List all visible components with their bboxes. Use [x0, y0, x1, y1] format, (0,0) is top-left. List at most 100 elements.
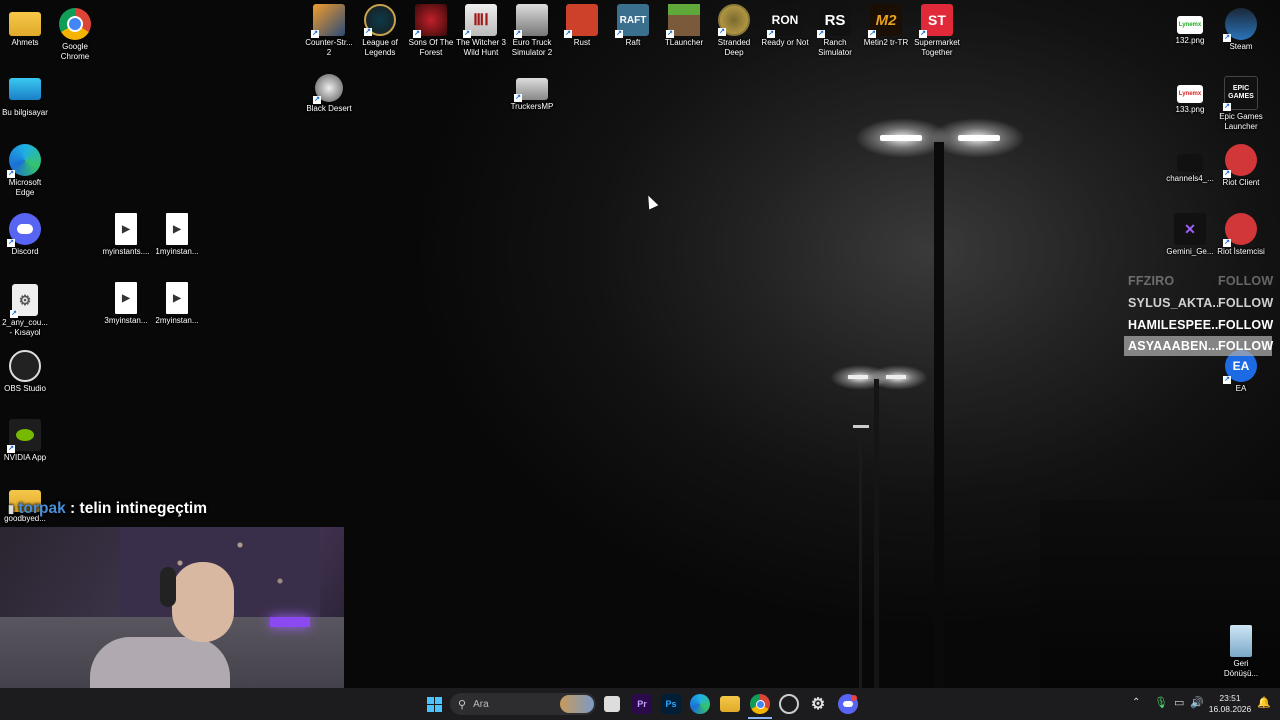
desktop-icon-tlauncher[interactable]: TLauncher — [659, 0, 709, 48]
follow-alert-highlighted: ASYAAABEN... FOLLOW — [1124, 336, 1273, 356]
task-view-icon[interactable] — [604, 696, 620, 712]
notification-badge — [851, 695, 857, 701]
clock-date: 16.08.2026 — [1208, 704, 1252, 714]
ranch-icon: RS — [817, 4, 851, 38]
desktop-icon-supermarket[interactable]: ST Supermarket Together — [912, 0, 962, 58]
desktop-icon-metin2[interactable]: M2 Metin2 tr-TR — [861, 0, 911, 48]
microphone-icon[interactable]: 🎙 — [1154, 696, 1168, 709]
desktop-icon-3myinstants[interactable]: ▶ 3myinstan... — [101, 278, 151, 326]
image-file-icon: Lynemx — [1177, 85, 1203, 103]
folder-icon — [9, 12, 41, 36]
recycle-bin-icon — [1230, 625, 1252, 657]
follow-alert: FFZIRO FOLLOW — [1128, 274, 1274, 288]
network-icon[interactable]: ▭ — [1174, 696, 1184, 709]
truckersmp-icon — [514, 78, 548, 102]
desktop-icon-ready-or-not[interactable]: RON Ready or Not — [760, 0, 810, 48]
desktop-icon-counter-strike[interactable]: Counter-Str... 2 — [304, 0, 354, 58]
media-file-icon: ▶ — [166, 282, 188, 314]
clock-time: 23:51 — [1219, 693, 1241, 703]
media-file-icon: ▶ — [115, 213, 137, 245]
premiere-icon[interactable]: Pr — [632, 694, 652, 714]
desktop-icon-ranch-sim[interactable]: RS Ranch Simulator — [810, 0, 860, 58]
monitor-icon — [9, 78, 41, 100]
raft-icon: RAFT — [615, 4, 649, 38]
truck-icon — [514, 4, 548, 38]
metin-icon: M2 — [868, 4, 902, 38]
ready-or-not-icon: RON — [767, 4, 801, 38]
desktop-icon-rust[interactable]: Rust — [557, 0, 607, 48]
counter-strike-icon — [311, 4, 345, 38]
desktop-icon-132-png[interactable]: Lynemx 132.png — [1165, 12, 1215, 46]
notifications-icon[interactable]: 🔔 — [1257, 696, 1271, 709]
windows-start-icon[interactable] — [424, 694, 444, 714]
desktop-icon-any-cou[interactable]: ⚙ 2_any_cou... - Kısayol — [0, 280, 50, 338]
desktop-icon-obs[interactable]: OBS Studio — [0, 346, 50, 394]
riot-icon — [1223, 144, 1257, 178]
sons-forest-icon — [413, 4, 447, 38]
desktop-icon-league[interactable]: League of Legends — [355, 0, 405, 58]
nvidia-icon — [7, 419, 41, 453]
desktop-icon-channels4[interactable]: channels4_... — [1165, 150, 1215, 184]
follow-alert: SYLUS_AKTA... FOLLOW — [1128, 296, 1274, 310]
app-icon[interactable] — [779, 694, 799, 714]
chevron-up-icon[interactable]: ⌃ — [1132, 697, 1140, 708]
volume-icon[interactable]: 🔊 — [1190, 696, 1204, 709]
edge-icon — [7, 144, 41, 178]
media-file-icon: ▶ — [115, 282, 137, 314]
riot-icon — [1223, 213, 1257, 247]
desktop-icon-raft[interactable]: RAFT Raft — [608, 0, 658, 48]
desktop-icon-ahmets[interactable]: Ahmets — [0, 4, 50, 48]
chrome-icon — [59, 8, 91, 40]
epic-icon: EPIC GAMES — [1223, 76, 1258, 111]
clock[interactable]: 23:51 16.08.2026 — [1208, 693, 1252, 715]
desktop-icon-epic[interactable]: EPIC GAMES Epic Games Launcher — [1216, 72, 1266, 132]
search-icon: ⚲ — [458, 698, 467, 711]
chat-message: ▮ torpak : telin intinegeçtim — [8, 500, 207, 518]
desktop-icon-riot-istemcisi[interactable]: Riot İstemcisi — [1216, 209, 1266, 257]
file-explorer-icon[interactable] — [720, 696, 740, 712]
media-file-icon: ▶ — [166, 213, 188, 245]
desktop-icon-2myinstants[interactable]: ▶ 2myinstan... — [152, 278, 202, 326]
follow-alert: HAMILESPEE... FOLLOW — [1128, 318, 1274, 332]
settings-file-icon: ⚙ — [10, 284, 38, 318]
taskbar-search-box[interactable]: ⚲ Ara — [450, 693, 596, 715]
witcher-icon: ⅢⅠ — [463, 4, 497, 38]
desktop-icon-witcher[interactable]: ⅢⅠ The Witcher 3 Wild Hunt — [456, 0, 506, 58]
app-icon[interactable]: ⚙ — [808, 694, 828, 714]
desktop-icon-1myinstants[interactable]: ▶ 1myinstan... — [152, 209, 202, 257]
desktop-icon-edge[interactable]: Microsoft Edge — [0, 140, 50, 198]
mouse-cursor-icon — [643, 193, 659, 210]
desktop-icon-riot-client[interactable]: Riot Client — [1216, 140, 1266, 188]
desktop-icon-stranded-deep[interactable]: Stranded Deep — [709, 0, 759, 58]
image-file-icon — [1177, 154, 1203, 172]
chat-badge-icon: ▮ — [8, 503, 15, 516]
edge-icon[interactable] — [690, 694, 710, 714]
desktop-icon-recycle-bin[interactable]: Geri Dönüşü... — [1216, 621, 1266, 679]
desktop-icon-133-png[interactable]: Lynemx 133.png — [1165, 81, 1215, 115]
desktop-icon-sons-forest[interactable]: Sons Of The Forest — [406, 0, 456, 58]
desktop-icon-steam[interactable]: Steam — [1216, 4, 1266, 52]
chat-separator: : — [65, 500, 80, 517]
desktop-icon-nvidia[interactable]: NVIDIA App — [0, 415, 50, 463]
chrome-icon[interactable] — [750, 694, 770, 714]
steam-icon — [1223, 8, 1257, 42]
photoshop-icon[interactable]: Ps — [661, 694, 681, 714]
desktop-icon-this-pc[interactable]: Bu bilgisayar — [0, 72, 50, 118]
search-placeholder: Ara — [473, 698, 489, 710]
desktop-icon-myinstants[interactable]: ▶ myinstants.... — [101, 209, 151, 257]
active-indicator — [748, 717, 772, 719]
minecraft-icon — [666, 4, 700, 38]
image-file-icon: Lynemx — [1177, 16, 1203, 34]
desktop-icon-truckersmp[interactable]: TruckersMP — [507, 70, 557, 112]
desktop-icon-chrome[interactable]: Google Chrome — [50, 4, 100, 62]
stranded-icon — [718, 4, 750, 36]
obs-icon — [9, 350, 41, 382]
desktop-icon-discord[interactable]: Discord — [0, 209, 50, 257]
supermarket-icon: ST — [919, 4, 953, 38]
desktop-icon-black-desert[interactable]: Black Desert — [304, 70, 354, 114]
desktop-icon-euro-truck[interactable]: Euro Truck Simulator 2 — [507, 0, 557, 58]
desktop-icon-gemini[interactable]: ✕ Gemini_Ge... — [1165, 209, 1215, 257]
discord-icon — [7, 213, 41, 247]
chat-text: telin intinegeçtim — [79, 500, 207, 517]
league-icon — [364, 4, 396, 36]
